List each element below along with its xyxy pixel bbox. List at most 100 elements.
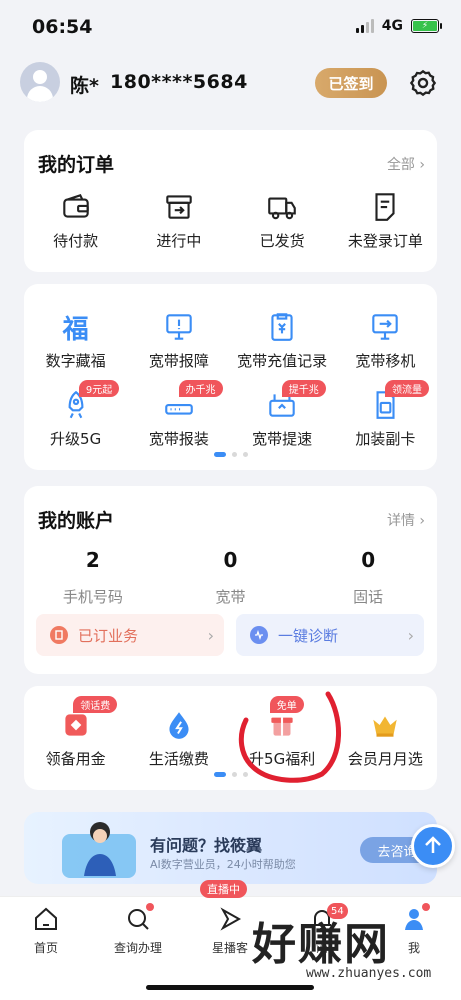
gear-icon[interactable] xyxy=(409,69,437,97)
stat-label: 手机号码 xyxy=(62,588,123,606)
status-indicators: 4G ⚡ xyxy=(355,18,442,34)
promo-tag: 办千兆 xyxy=(178,380,223,397)
tab-label: 首页 xyxy=(33,941,58,955)
account-title: 我的账户 xyxy=(38,510,115,532)
signal-icon xyxy=(355,19,374,33)
ai-agent-avatar xyxy=(62,822,136,878)
promo-tag: 9元起 xyxy=(78,380,120,397)
play-icon xyxy=(220,907,242,931)
profile-header: 陈* 180****5684 已签到 xyxy=(0,62,461,106)
network-type: 4G xyxy=(381,18,403,34)
wallet-icon xyxy=(62,194,89,218)
service-label: 加装副卡 xyxy=(355,430,416,448)
subscribed-services-button[interactable]: 已订业务 › xyxy=(36,614,224,656)
document-icon xyxy=(375,193,395,221)
subscribed-label: 已订业务 xyxy=(78,626,139,645)
signin-button[interactable]: 已签到 xyxy=(315,68,387,98)
ai-assistant-banner[interactable]: 有问题？找筱翼 AI数字营业员，24小时帮助您 去咨询 xyxy=(24,812,437,884)
stat-landline[interactable]: 0 固话 xyxy=(299,548,437,607)
service-label: 宽带移机 xyxy=(355,352,416,370)
service-broadband-move[interactable]: 宽带移机 xyxy=(334,310,437,371)
home-icon xyxy=(35,907,57,930)
order-not-logged-in[interactable]: 未登录订单 xyxy=(334,190,437,251)
stat-mobile-numbers[interactable]: 2 手机号码 xyxy=(24,548,162,607)
benefits-card: 领话费 领备用金 生活缴费 免单 升5G福利 会员月月选 xyxy=(24,686,437,790)
stat-value: 0 xyxy=(223,548,238,572)
watermark-url: www.zhuanyes.com xyxy=(306,966,432,981)
live-badge: 直播中 xyxy=(200,880,247,898)
crown-icon xyxy=(373,716,398,737)
account-card: 我的账户 详情 › 2 手机号码 0 宽带 0 固话 已订业务 › 一键诊断 › xyxy=(24,486,437,674)
orders-all-link[interactable]: 全部 › xyxy=(387,154,425,174)
benefit-label: 领备用金 xyxy=(45,750,106,768)
chevron-right-icon: › xyxy=(407,625,414,645)
service-add-sim[interactable]: 领流量 加装副卡 xyxy=(334,380,437,449)
order-label: 已发货 xyxy=(259,232,305,250)
avatar[interactable] xyxy=(20,62,60,102)
monitor-move-icon xyxy=(372,314,399,340)
promo-tag: 提千兆 xyxy=(281,380,326,397)
page-indicator xyxy=(24,772,437,777)
page-indicator xyxy=(24,452,437,457)
arrow-up-icon xyxy=(425,836,441,853)
tab-label: 查询办理 xyxy=(113,941,162,955)
water-drop-icon xyxy=(169,712,189,739)
truck-icon xyxy=(268,197,296,220)
service-broadband-fault[interactable]: 宽带报障 xyxy=(127,310,230,371)
service-label: 宽带报装 xyxy=(148,430,209,448)
subscribed-icon xyxy=(50,626,68,644)
fu-icon: 福 xyxy=(62,314,89,345)
home-indicator xyxy=(146,985,314,990)
service-recharge-records[interactable]: 宽带充值记录 xyxy=(231,310,334,371)
box-arrow-icon xyxy=(166,195,192,219)
order-label: 待付款 xyxy=(53,232,99,250)
benefit-label: 会员月月选 xyxy=(347,750,423,768)
order-label: 进行中 xyxy=(156,232,202,250)
service-digital-fu[interactable]: 福 数字藏福 xyxy=(24,310,127,371)
service-label: 宽带提速 xyxy=(252,430,313,448)
stat-label: 固话 xyxy=(353,588,384,606)
stat-value: 2 xyxy=(85,548,100,572)
order-shipped[interactable]: 已发货 xyxy=(231,190,334,251)
monitor-alert-icon xyxy=(166,314,192,340)
orders-title: 我的订单 xyxy=(38,154,115,176)
chevron-right-icon: › xyxy=(207,625,214,645)
service-label: 升级5G xyxy=(50,430,102,448)
promo-tag: 领话费 xyxy=(73,696,118,713)
order-in-progress[interactable]: 进行中 xyxy=(127,190,230,251)
red-envelope-icon xyxy=(65,714,87,736)
status-bar: 06:54 4G ⚡ xyxy=(0,0,461,56)
tab-query[interactable]: 查询办理 xyxy=(92,903,184,956)
banner-subtitle: AI数字营业员，24小时帮助您 xyxy=(150,858,296,871)
one-click-diagnose-button[interactable]: 一键诊断 › xyxy=(236,614,424,656)
service-label: 宽带充值记录 xyxy=(237,352,328,370)
watermark-brand: 好赚网 xyxy=(252,919,390,970)
scroll-to-top-button[interactable] xyxy=(411,824,455,868)
account-details-link[interactable]: 详情 › xyxy=(387,510,425,530)
benefit-life-payment[interactable]: 生活缴费 xyxy=(127,708,230,769)
order-label: 未登录订单 xyxy=(347,232,423,250)
recharge-icon xyxy=(271,313,293,341)
service-broadband-speedup[interactable]: 提千兆 宽带提速 xyxy=(231,380,334,449)
stat-broadband[interactable]: 0 宽带 xyxy=(162,548,300,607)
diagnose-icon xyxy=(250,626,268,644)
service-label: 宽带报障 xyxy=(148,352,209,370)
watermark: 好赚网 www.zhuanyes.com xyxy=(252,908,452,988)
diagnose-label: 一键诊断 xyxy=(278,626,339,645)
orders-card: 我的订单 全部 › 待付款 进行中 已发货 未登录订单 xyxy=(24,130,437,272)
service-upgrade-5g[interactable]: 9元起 升级5G xyxy=(24,380,127,449)
user-name: 陈* xyxy=(70,75,99,97)
banner-question: 有问题？找筱翼 xyxy=(150,836,263,855)
service-label: 数字藏福 xyxy=(45,352,106,370)
benefit-reserve-fund[interactable]: 领话费 领备用金 xyxy=(24,696,127,769)
promo-tag: 领流量 xyxy=(385,380,429,397)
stat-value: 0 xyxy=(361,548,376,572)
benefit-label: 生活缴费 xyxy=(148,750,209,768)
service-broadband-install[interactable]: 办千兆 宽带报装 xyxy=(127,380,230,449)
battery-icon: ⚡ xyxy=(411,19,442,33)
user-phone: 180****5684 xyxy=(110,71,248,93)
order-pending-payment[interactable]: 待付款 xyxy=(24,190,127,251)
tab-label: 星播客 xyxy=(211,941,248,955)
tab-home[interactable]: 首页 xyxy=(0,905,92,956)
stat-label: 宽带 xyxy=(215,588,246,606)
